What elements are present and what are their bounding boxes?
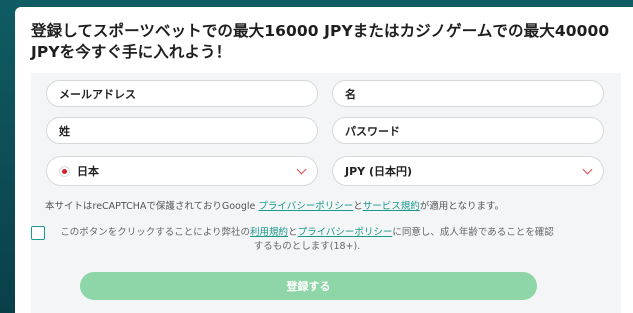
last-name-label: 姓	[59, 124, 70, 138]
privacy-policy-link[interactable]: プライバシーポリシー	[258, 201, 353, 212]
recaptcha-prefix: 本サイトはreCAPTCHAで保護されておりGoogle	[45, 201, 259, 212]
recaptcha-suffix: が適用となります。	[419, 201, 504, 212]
email-field[interactable]: メールアドレス	[46, 80, 318, 107]
consent-and: と	[288, 227, 298, 238]
page-title: 登録してスポーツベットでの最大16000 JPYまたはカジノゲームでの最大400…	[31, 22, 610, 61]
chevron-down-icon	[296, 164, 307, 175]
chevron-down-icon	[582, 164, 593, 175]
consent-privacy-link[interactable]: プライバシーポリシー	[298, 227, 393, 238]
terms-of-service-link[interactable]: サービス規約	[363, 201, 420, 212]
currency-value: JPY (日本円)	[345, 165, 413, 178]
terms-of-use-link[interactable]: 利用規約	[250, 227, 288, 238]
password-label: パスワード	[345, 124, 400, 138]
country-select[interactable]: 日本	[46, 156, 318, 186]
country-value: 日本	[77, 165, 99, 178]
recaptcha-notice: 本サイトはreCAPTCHAで保護されておりGoogle プライバシーポリシーと…	[45, 198, 504, 212]
japan-flag-icon	[59, 165, 70, 177]
consent-text: このボタンをクリックすることにより弊社の利用規約とプライバシーポリシーに同意し、…	[57, 226, 557, 254]
consent-prefix: このボタンをクリックすることにより弊社の	[60, 227, 251, 238]
last-name-field[interactable]: 姓	[46, 117, 318, 144]
first-name-label: 名	[345, 87, 356, 101]
first-name-field[interactable]: 名	[332, 80, 604, 107]
recaptcha-and: と	[353, 201, 363, 212]
register-button[interactable]: 登録する	[80, 272, 537, 300]
consent-checkbox[interactable]	[31, 226, 45, 240]
password-field[interactable]: パスワード	[332, 117, 604, 144]
email-label: メールアドレス	[59, 87, 136, 101]
currency-select[interactable]: JPY (日本円)	[332, 156, 604, 186]
